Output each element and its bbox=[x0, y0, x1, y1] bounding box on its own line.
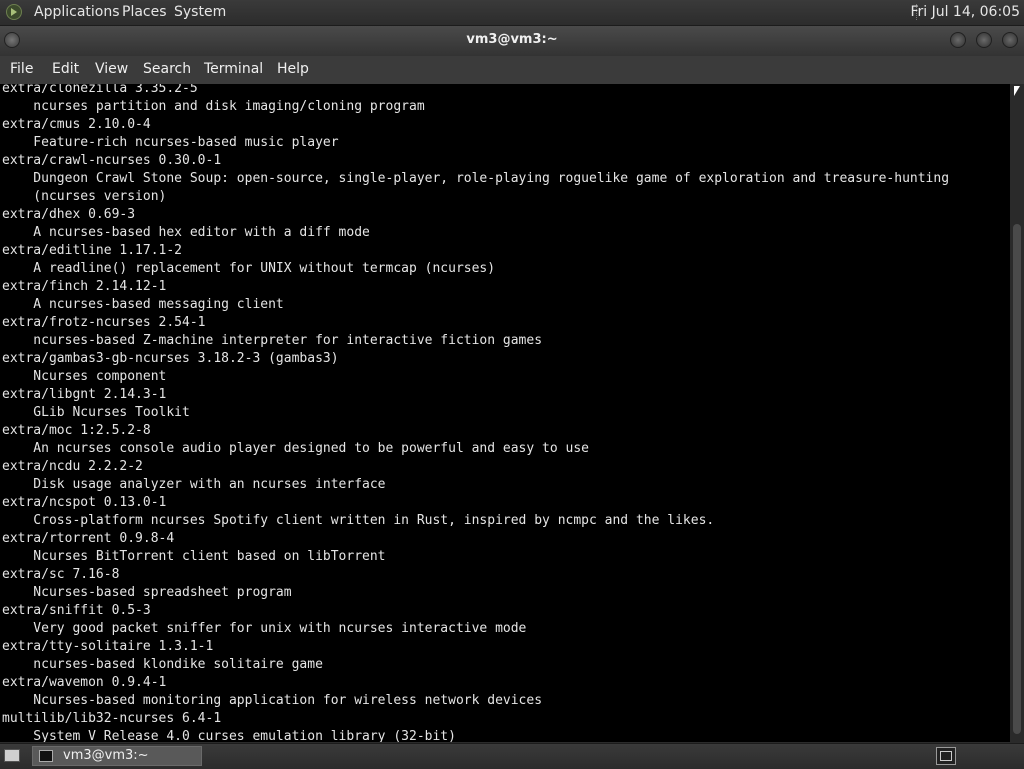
terminal-line: extra/gambas3-gb-ncurses 3.18.2-3 (gamba… bbox=[2, 351, 339, 366]
terminal-scrollbar[interactable] bbox=[1010, 84, 1024, 742]
terminal-line: extra/frotz-ncurses 2.54-1 bbox=[2, 315, 206, 330]
terminal-line: (ncurses version) bbox=[2, 189, 167, 204]
show-desktop-icon[interactable] bbox=[4, 749, 20, 762]
menu-terminal[interactable]: Terminal bbox=[204, 61, 263, 77]
workspace-switcher-icon[interactable] bbox=[936, 747, 956, 765]
terminal-line: Ncurses component bbox=[2, 369, 167, 384]
terminal-line: An ncurses console audio player designed… bbox=[2, 441, 589, 456]
taskbar-button-terminal[interactable]: vm3@vm3:~ bbox=[32, 746, 202, 766]
terminal-line: extra/cmus 2.10.0-4 bbox=[2, 117, 151, 132]
window-title: vm3@vm3:~ bbox=[466, 32, 558, 47]
terminal-line: extra/dhex 0.69-3 bbox=[2, 207, 136, 222]
terminal-line: extra/sc 7.16-8 bbox=[2, 567, 120, 582]
terminal-line: ncurses partition and disk imaging/cloni… bbox=[2, 99, 425, 114]
terminal-icon bbox=[39, 750, 53, 762]
places-menu[interactable]: Places bbox=[122, 4, 167, 20]
terminal-line: extra/ncdu 2.2.2-2 bbox=[2, 459, 143, 474]
terminal-line: Ncurses-based monitoring application for… bbox=[2, 693, 543, 708]
terminal-line: multilib/lib32-ncurses 6.4-1 bbox=[2, 711, 222, 726]
close-button[interactable] bbox=[1002, 32, 1018, 48]
terminal-line: extra/rtorrent 0.9.8-4 bbox=[2, 531, 175, 546]
terminal-line: extra/ncspot 0.13.0-1 bbox=[2, 495, 167, 510]
terminal-line: A ncurses-based hex editor with a diff m… bbox=[2, 225, 370, 240]
window-titlebar[interactable]: vm3@vm3:~ bbox=[0, 26, 1024, 56]
terminal-line: GLib Ncurses Toolkit bbox=[2, 405, 190, 420]
terminal-line: Dungeon Crawl Stone Soup: open-source, s… bbox=[2, 171, 950, 186]
scrollbar-thumb[interactable] bbox=[1013, 224, 1021, 734]
terminal-line: extra/sniffit 0.5-3 bbox=[2, 603, 151, 618]
taskbar-label: vm3@vm3:~ bbox=[63, 748, 149, 763]
menu-view[interactable]: View bbox=[95, 61, 128, 77]
terminal-line: extra/crawl-ncurses 0.30.0-1 bbox=[2, 153, 222, 168]
menu-help[interactable]: Help bbox=[277, 61, 309, 77]
terminal-line: extra/tty-solitaire 1.3.1-1 bbox=[2, 639, 214, 654]
terminal-line: ncurses-based Z-machine interpreter for … bbox=[2, 333, 543, 348]
terminal-line: Disk usage analyzer with an ncurses inte… bbox=[2, 477, 386, 492]
terminal-lines: extra/clonezilla 3.35.2-5 ncurses partit… bbox=[2, 84, 949, 742]
menu-search[interactable]: Search bbox=[143, 61, 191, 77]
terminal-line: Very good packet sniffer for unix with n… bbox=[2, 621, 527, 636]
terminal-line: A ncurses-based messaging client bbox=[2, 297, 284, 312]
terminal-line: Ncurses-based spreadsheet program bbox=[2, 585, 292, 600]
terminal-line: System V Release 4.0 curses emulation li… bbox=[2, 729, 456, 742]
terminal-line: Cross-platform ncurses Spotify client wr… bbox=[2, 513, 715, 528]
terminal-line: A readline() replacement for UNIX withou… bbox=[2, 261, 496, 276]
terminal-line: Feature-rich ncurses-based music player bbox=[2, 135, 339, 150]
terminal-line: extra/wavemon 0.9.4-1 bbox=[2, 675, 167, 690]
terminal-line: Ncurses BitTorrent client based on libTo… bbox=[2, 549, 386, 564]
terminal-output[interactable]: extra/clonezilla 3.35.2-5 ncurses partit… bbox=[0, 84, 1010, 742]
menu-bar: File Edit View Search Terminal Help bbox=[0, 56, 1024, 85]
menu-edit[interactable]: Edit bbox=[52, 61, 79, 77]
terminal-line: extra/editline 1.17.1-2 bbox=[2, 243, 183, 258]
bottom-panel: vm3@vm3:~ bbox=[0, 743, 1024, 769]
maximize-button[interactable] bbox=[976, 32, 992, 48]
mouse-pointer-icon bbox=[1014, 86, 1020, 96]
system-menu[interactable]: System bbox=[174, 4, 226, 20]
terminal-line: ncurses-based klondike solitaire game bbox=[2, 657, 323, 672]
terminal-line: extra/clonezilla 3.35.2-5 bbox=[2, 84, 198, 96]
terminal-line: extra/finch 2.14.12-1 bbox=[2, 279, 167, 294]
top-panel: Applications Places System Fri Jul 14, 0… bbox=[0, 0, 1024, 26]
minimize-button[interactable] bbox=[950, 32, 966, 48]
menu-file[interactable]: File bbox=[10, 61, 33, 77]
distro-logo-icon[interactable] bbox=[6, 4, 22, 20]
terminal-line: extra/libgnt 2.14.3-1 bbox=[2, 387, 167, 402]
terminal-line: extra/moc 1:2.5.2-8 bbox=[2, 423, 151, 438]
applications-menu[interactable]: Applications bbox=[34, 4, 120, 20]
clock[interactable]: Fri Jul 14, 06:05 bbox=[910, 4, 1020, 20]
